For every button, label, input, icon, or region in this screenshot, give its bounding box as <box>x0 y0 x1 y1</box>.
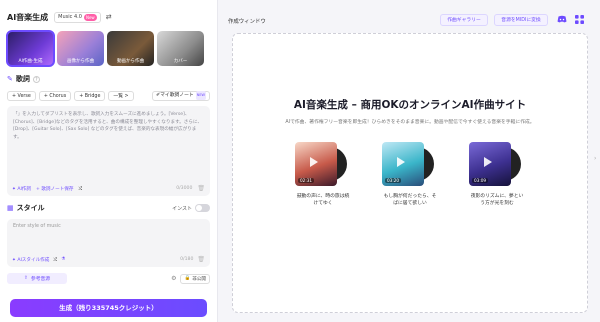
card-text: 鼓動の声に、時の旅は続けてゆく <box>296 194 350 206</box>
lyrics-tag-row: + Verse + Chorus + Bridge 一覧 > ✐ マイ歌詞ノート… <box>7 90 210 101</box>
card-text: もし胸が何だったら、そばに居て欲しい <box>383 194 437 206</box>
card-thumb-wrap: 03:09 <box>469 142 525 186</box>
save-notes-label: 歌詞ノート保存 <box>41 186 74 192</box>
workspace-title: 作成ウィンドウ <box>228 19 266 25</box>
visibility-button[interactable]: 🔒 非公開 <box>180 273 210 284</box>
tag-verse[interactable]: + Verse <box>7 90 36 101</box>
instrumental-label: インスト <box>172 205 192 212</box>
card-thumb-wrap: 02:31 <box>295 142 351 186</box>
card-text: 夜影のリズムに、夢という方が光を刻む <box>470 194 524 206</box>
mode-label: カバー <box>173 59 188 64</box>
mode-ai-compose[interactable]: AI作曲-生成 <box>6 30 55 67</box>
card-thumbnail: 03:09 <box>469 142 511 186</box>
play-icon[interactable] <box>397 157 405 167</box>
lyrics-title: 歌詞 <box>15 75 30 83</box>
chevron-right-icon[interactable]: › <box>594 155 596 162</box>
mode-selector: AI作曲-生成 画像から作曲 動画から作曲 カバー <box>6 30 210 67</box>
mode-label: 動画から作曲 <box>117 59 144 64</box>
lyrics-counter: 0/3000 <box>176 186 193 191</box>
trash-icon[interactable]: 🗑 <box>197 185 205 192</box>
mode-label: AI作曲-生成 <box>18 59 43 64</box>
sample-card[interactable]: 03:20 もし胸が何だったら、そばに居て欲しい <box>382 142 438 207</box>
lyrics-textarea[interactable]: 「」を入力してダブリストを表示し、歌詞入力をスムーズに進めましょう。[Verse… <box>7 106 210 196</box>
app-title: AI音楽生成 <box>7 12 49 22</box>
lyrics-footer: ✦ AI作詞 + 歌詞ノート保存 ⤮ 0/3000 🗑 <box>12 185 205 192</box>
bottom-row: ⇪ 参考音源 ⚙ 🔒 非公開 <box>7 273 210 284</box>
my-notes-label: マイ歌詞ノート <box>160 93 194 98</box>
mode-cover[interactable]: カバー <box>157 31 204 66</box>
play-icon[interactable] <box>484 157 492 167</box>
style-footer: ✦ AIスタイル作成 ⤮ ⚗ 0/180 🗑 <box>12 256 205 263</box>
reference-audio-button[interactable]: ⇪ 参考音源 <box>7 273 67 284</box>
lyrics-header: ✎ 歌詞 ? <box>7 74 210 84</box>
notes-new-badge: NEW <box>195 91 206 100</box>
reference-audio-label: 参考音源 <box>30 277 51 282</box>
card-duration: 03:20 <box>385 178 402 183</box>
gear-icon[interactable]: ⚙ <box>171 275 176 282</box>
sample-card[interactable]: 03:09 夜影のリズムに、夢という方が光を刻む <box>469 142 525 207</box>
discord-icon[interactable] <box>557 15 567 24</box>
play-icon[interactable] <box>310 157 318 167</box>
swap-icon[interactable]: ⇄ <box>106 13 112 21</box>
lock-icon: 🔒 <box>184 276 191 281</box>
trash-icon[interactable]: 🗑 <box>197 256 205 263</box>
ai-style-label: AIスタイル作成 <box>17 257 50 263</box>
version-label: Music 4.0 <box>58 14 82 20</box>
version-selector[interactable]: Music 4.0 New <box>54 11 101 23</box>
app-root: AI音楽生成 Music 4.0 New ⇄ AI作曲-生成 画像から作曲 動画… <box>0 0 600 322</box>
style-counter: 0/180 <box>180 257 194 262</box>
tag-chorus[interactable]: + Chorus <box>38 90 72 101</box>
style-textarea[interactable]: Enter style of music ✦ AIスタイル作成 ⤮ ⚗ 0/18… <box>7 219 210 267</box>
style-tag-icon[interactable]: ⚗ <box>61 257 65 262</box>
new-badge: New <box>83 13 97 21</box>
card-duration: 03:09 <box>472 178 489 183</box>
shuffle-icon[interactable]: ⤮ <box>53 257 57 263</box>
ai-style-button[interactable]: ✦ AIスタイル作成 <box>12 257 49 263</box>
shuffle-icon[interactable]: ⤮ <box>78 186 82 192</box>
upload-icon: ⇪ <box>23 276 28 281</box>
style-icon: ▦ <box>7 204 14 212</box>
instrumental-control: インスト <box>172 204 210 212</box>
top-bar: AI音楽生成 Music 4.0 New ⇄ <box>7 6 210 28</box>
hero-title: AI音楽生成 – 商用OKのオンラインAI作曲サイト <box>293 99 527 111</box>
generate-button[interactable]: 生成（残り335745クレジット） <box>10 299 207 317</box>
visibility-label: 非公開 <box>192 276 206 282</box>
midi-convert-button[interactable]: 音源をMIDIに変換 <box>494 14 548 26</box>
mode-image-compose[interactable]: 画像から作曲 <box>57 31 104 66</box>
sample-cards: 02:31 鼓動の声に、時の旅は続けてゆく 03:20 もし胸が何だったら、そば… <box>295 142 525 207</box>
hero-subtitle: AIで作曲、著作権フリー音楽を即生成！ひらめきをそのまま音楽に。動画や配信で今す… <box>285 120 535 125</box>
instrumental-toggle[interactable] <box>195 204 210 212</box>
save-notes-button[interactable]: + 歌詞ノート保存 <box>36 186 73 192</box>
style-header: ▦ スタイル インスト <box>7 203 210 213</box>
left-panel: AI音楽生成 Music 4.0 New ⇄ AI作曲-生成 画像から作曲 動画… <box>0 0 218 322</box>
gallery-button[interactable]: 作曲ギャラリー <box>440 14 488 26</box>
lyrics-icon: ✎ <box>7 75 13 83</box>
card-thumbnail: 03:20 <box>382 142 424 186</box>
my-lyrics-notes-button[interactable]: ✐ マイ歌詞ノート NEW <box>152 90 210 101</box>
mode-label: 画像から作曲 <box>67 59 94 64</box>
style-title: スタイル <box>16 204 45 212</box>
help-icon[interactable]: ? <box>32 75 40 83</box>
lyrics-placeholder: 「」を入力してダブリストを表示し、歌詞入力をスムーズに進めましょう。[Verse… <box>13 112 203 140</box>
card-thumb-wrap: 03:20 <box>382 142 438 186</box>
tag-list-more[interactable]: 一覧 > <box>108 90 134 101</box>
mode-video-compose[interactable]: 動画から作曲 <box>107 31 154 66</box>
card-duration: 02:31 <box>298 178 315 183</box>
card-thumbnail: 02:31 <box>295 142 337 186</box>
style-placeholder: Enter style of music <box>13 224 61 229</box>
grid-icon[interactable] <box>575 15 584 24</box>
ai-lyrics-label: AI作詞 <box>17 186 31 192</box>
tag-bridge[interactable]: + Bridge <box>74 90 106 101</box>
sample-card[interactable]: 02:31 鼓動の声に、時の旅は続けてゆく <box>295 142 351 207</box>
creation-window: AI音楽生成 – 商用OKのオンラインAI作曲サイト AIで作曲、著作権フリー音… <box>232 33 588 313</box>
ai-lyrics-button[interactable]: ✦ AI作詞 <box>12 186 31 192</box>
